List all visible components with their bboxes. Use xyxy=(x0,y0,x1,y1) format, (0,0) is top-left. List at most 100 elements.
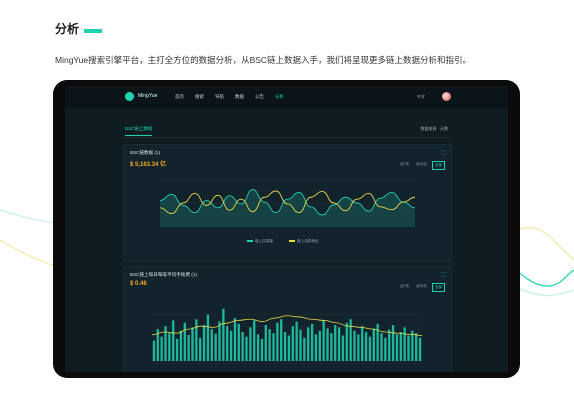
bar xyxy=(361,326,364,361)
bar xyxy=(191,327,194,361)
bar xyxy=(187,334,190,361)
bar xyxy=(283,332,287,361)
nav-item-home[interactable]: 首页 xyxy=(175,94,195,100)
bar xyxy=(372,328,375,361)
card-value: $ 5,163.34 亿 xyxy=(130,162,167,168)
user-avatar-icon[interactable] xyxy=(442,92,451,101)
chart-card-fee: BSC链上每日每笔平均手续费 (1) $ 0.46 ⛶ 近7天 近30天 全部 xyxy=(123,266,452,372)
nav-item-guide[interactable]: 导航 xyxy=(215,94,235,100)
range-all[interactable]: 全部 xyxy=(432,283,445,292)
bar xyxy=(152,340,156,361)
app-screen: MingYue 首页 搜索 导航 数据 公告 分析 中文 BSC链上数据 数据来… xyxy=(65,86,508,372)
bar xyxy=(233,318,237,361)
bar xyxy=(260,338,264,361)
range-30d[interactable]: 近30天 xyxy=(414,161,429,170)
expand-icon[interactable]: ⛶ xyxy=(441,272,445,278)
tablet-frame: MingYue 首页 搜索 导航 数据 公告 分析 中文 BSC链上数据 数据来… xyxy=(53,80,520,378)
data-source-filter[interactable]: 数据来源 · 天数 xyxy=(420,126,448,132)
tab-bsc-data[interactable]: BSC链上数据 xyxy=(125,126,153,136)
bar xyxy=(256,334,260,361)
bar xyxy=(210,329,213,361)
bar xyxy=(299,329,302,361)
bar xyxy=(364,332,368,361)
legend-item[interactable]: 链上交易量 xyxy=(247,239,273,244)
bar xyxy=(253,320,256,361)
bar xyxy=(226,326,229,361)
bar xyxy=(411,330,414,361)
bar xyxy=(175,338,179,361)
nav-item-search[interactable]: 搜索 xyxy=(195,94,215,100)
bar xyxy=(199,337,202,361)
bar xyxy=(326,328,329,361)
bar xyxy=(218,321,221,361)
brand-name[interactable]: MingYue xyxy=(138,93,157,99)
nav-item-analysis[interactable]: 分析 xyxy=(275,94,295,100)
bar xyxy=(222,308,225,361)
nav-menu: 首页 搜索 导航 数据 公告 分析 xyxy=(175,94,295,100)
range-all[interactable]: 全部 xyxy=(432,161,445,170)
chart-card-bsc: BSC链数据 (1) $ 5,163.34 亿 ⛶ 近7天 近30天 全部 链上… xyxy=(123,144,452,262)
bar xyxy=(418,337,422,361)
bar xyxy=(399,332,402,361)
bar xyxy=(195,319,198,361)
card-value: $ 0.46 xyxy=(130,281,147,287)
bar xyxy=(280,319,283,361)
bar xyxy=(353,330,356,361)
bar-line-chart xyxy=(151,302,423,362)
bar xyxy=(206,314,210,361)
bar xyxy=(357,334,360,361)
legend-label: 链上活跃地址 xyxy=(296,239,319,243)
bar xyxy=(391,325,395,361)
range-selector: 近7天 近30天 全部 xyxy=(398,161,445,170)
bar xyxy=(318,330,321,361)
bar xyxy=(384,337,387,361)
bar xyxy=(264,325,267,361)
bar xyxy=(287,335,291,361)
bar xyxy=(245,336,248,361)
range-selector: 近7天 近30天 全部 xyxy=(398,283,445,292)
nav-item-notice[interactable]: 公告 xyxy=(255,94,275,100)
range-30d[interactable]: 近30天 xyxy=(414,283,429,292)
bar xyxy=(237,323,240,361)
range-7d[interactable]: 近7天 xyxy=(398,161,411,170)
nav-item-data[interactable]: 数据 xyxy=(235,94,255,100)
sub-tabs: BSC链上数据 数据来源 · 天数 xyxy=(123,123,450,138)
section-description: MingYue搜索引擎平台，主打全方位的数据分析，从BSC链上数据入手，我们将呈… xyxy=(55,55,472,65)
bar xyxy=(388,329,391,361)
card-title: BSC链上每日每笔平均手续费 (1) xyxy=(130,272,197,277)
bar xyxy=(164,326,167,361)
bar xyxy=(241,332,244,361)
bar xyxy=(314,334,318,361)
bar xyxy=(349,319,352,361)
chart-legend: 链上交易量 链上活跃地址 xyxy=(247,239,319,244)
bar xyxy=(330,333,333,361)
bar xyxy=(337,327,341,361)
language-select[interactable]: 中文 xyxy=(417,94,425,100)
bar xyxy=(295,321,298,361)
bar xyxy=(249,327,252,361)
bar xyxy=(407,335,410,361)
card-title: BSC链数据 (1) xyxy=(130,150,161,155)
bar xyxy=(322,320,325,361)
section-title: 分析 xyxy=(55,22,80,36)
bar xyxy=(172,320,175,361)
bar xyxy=(268,329,271,361)
bar xyxy=(160,336,163,361)
brand-logo-icon[interactable] xyxy=(125,92,134,101)
bar xyxy=(272,333,275,361)
line-chart xyxy=(159,178,416,228)
bar xyxy=(341,335,345,361)
range-7d[interactable]: 近7天 xyxy=(398,283,411,292)
bar xyxy=(229,330,233,361)
bar xyxy=(202,325,206,361)
bar xyxy=(303,337,306,361)
bar xyxy=(415,333,418,361)
bar xyxy=(291,326,294,361)
legend-item[interactable]: 链上活跃地址 xyxy=(288,239,319,244)
title-accent-bar xyxy=(84,29,102,33)
bar xyxy=(183,322,186,361)
bar xyxy=(307,327,310,361)
expand-icon[interactable]: ⛶ xyxy=(441,150,445,156)
bar xyxy=(403,327,406,361)
bar xyxy=(368,336,372,361)
